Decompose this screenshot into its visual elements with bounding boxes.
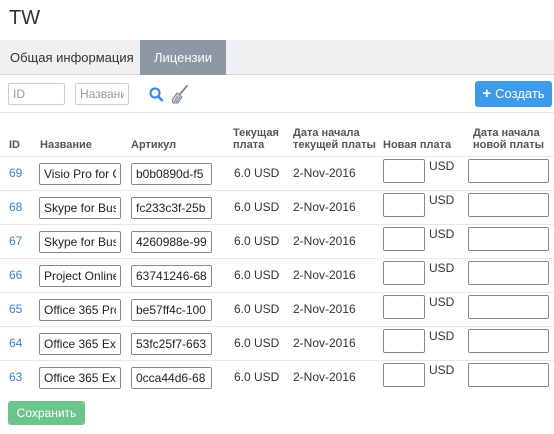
currency-label: USD [429, 193, 455, 207]
tab-general-info[interactable]: Общая информация [0, 40, 144, 75]
plus-icon: + [482, 85, 492, 102]
current-price: 6.0 USD [234, 268, 280, 282]
article-field[interactable] [131, 333, 212, 355]
table-row: 66 6.0 USD 2-Nov-2016 USD [0, 258, 554, 292]
header-current-price-line1: Текущая [233, 127, 279, 139]
current-price: 6.0 USD [234, 234, 280, 248]
header-start-current: Дата начала текущей платы [293, 127, 376, 151]
current-start-date: 2-Nov-2016 [293, 166, 356, 180]
id-filter-input[interactable] [8, 83, 65, 105]
current-start-date: 2-Nov-2016 [293, 370, 356, 384]
header-article: Артикул [131, 139, 177, 151]
current-start-date: 2-Nov-2016 [293, 336, 356, 350]
header-new-price: Новая плата [383, 139, 452, 151]
new-price-field[interactable] [383, 261, 425, 285]
currency-label: USD [429, 329, 455, 343]
new-start-date-field[interactable] [468, 193, 549, 217]
currency-label: USD [429, 227, 455, 241]
name-field[interactable] [39, 333, 121, 355]
currency-label: USD [429, 159, 455, 173]
name-field[interactable] [39, 197, 121, 219]
table-row: 67 6.0 USD 2-Nov-2016 USD [0, 224, 554, 258]
tab-bar: Общая информация Лицензии [0, 40, 554, 75]
tab-licenses[interactable]: Лицензии [140, 40, 226, 75]
header-id: ID [9, 139, 20, 151]
row-id-link[interactable]: 65 [9, 302, 22, 316]
current-start-date: 2-Nov-2016 [293, 234, 356, 248]
header-name: Название [40, 139, 92, 151]
table-row: 64 6.0 USD 2-Nov-2016 USD [0, 326, 554, 360]
search-icon[interactable] [147, 83, 167, 105]
new-price-field[interactable] [383, 193, 425, 217]
row-id-link[interactable]: 63 [9, 370, 22, 384]
table-row: 68 6.0 USD 2-Nov-2016 USD [0, 190, 554, 224]
article-field[interactable] [131, 367, 212, 389]
current-start-date: 2-Nov-2016 [293, 268, 356, 282]
header-start-new-line1: Дата начала [473, 127, 540, 139]
name-field[interactable] [39, 367, 121, 389]
table-row: 63 6.0 USD 2-Nov-2016 USD [0, 360, 554, 394]
table-row: 65 6.0 USD 2-Nov-2016 USD [0, 292, 554, 326]
table-row: 69 6.0 USD 2-Nov-2016 USD [0, 156, 554, 190]
name-filter-input[interactable] [75, 83, 129, 105]
new-start-date-field[interactable] [468, 295, 549, 319]
header-current-price-line2: плата [233, 139, 265, 151]
new-price-field[interactable] [383, 363, 425, 387]
row-id-link[interactable]: 66 [9, 268, 22, 282]
currency-label: USD [429, 363, 455, 377]
create-button[interactable]: + Создать [475, 81, 552, 107]
header-start-new-line2: новой платы [473, 139, 545, 151]
current-price: 6.0 USD [234, 200, 280, 214]
article-field[interactable] [131, 197, 212, 219]
name-field[interactable] [39, 299, 121, 321]
current-price: 6.0 USD [234, 302, 280, 316]
header-start-current-line2: текущей платы [293, 139, 376, 151]
article-field[interactable] [131, 163, 212, 185]
name-field[interactable] [39, 231, 121, 253]
row-id-link[interactable]: 69 [9, 166, 22, 180]
currency-label: USD [429, 261, 455, 275]
new-price-field[interactable] [383, 227, 425, 251]
clear-filter-icon[interactable] [170, 83, 190, 105]
filter-bar [0, 75, 554, 113]
current-price: 6.0 USD [234, 336, 280, 350]
article-field[interactable] [131, 231, 212, 253]
name-field[interactable] [39, 163, 121, 185]
new-price-field[interactable] [383, 159, 425, 183]
article-field[interactable] [131, 265, 212, 287]
header-current-price: Текущая плата [233, 127, 279, 151]
new-start-date-field[interactable] [468, 329, 549, 353]
row-id-link[interactable]: 68 [9, 200, 22, 214]
current-price: 6.0 USD [234, 370, 280, 384]
current-start-date: 2-Nov-2016 [293, 200, 356, 214]
current-start-date: 2-Nov-2016 [293, 302, 356, 316]
header-start-current-line1: Дата начала [293, 127, 360, 139]
page-title: TW [9, 7, 41, 29]
new-price-field[interactable] [383, 329, 425, 353]
header-start-new: Дата начала новой платы [473, 127, 544, 151]
new-price-field[interactable] [383, 295, 425, 319]
save-button[interactable]: Сохранить [8, 401, 85, 425]
currency-label: USD [429, 295, 455, 309]
new-start-date-field[interactable] [468, 227, 549, 251]
new-start-date-field[interactable] [468, 363, 549, 387]
current-price: 6.0 USD [234, 166, 280, 180]
new-start-date-field[interactable] [468, 159, 549, 183]
row-id-link[interactable]: 64 [9, 336, 22, 350]
new-start-date-field[interactable] [468, 261, 549, 285]
create-button-label: Создать [495, 86, 545, 101]
row-id-link[interactable]: 67 [9, 234, 22, 248]
name-field[interactable] [39, 265, 121, 287]
article-field[interactable] [131, 299, 212, 321]
